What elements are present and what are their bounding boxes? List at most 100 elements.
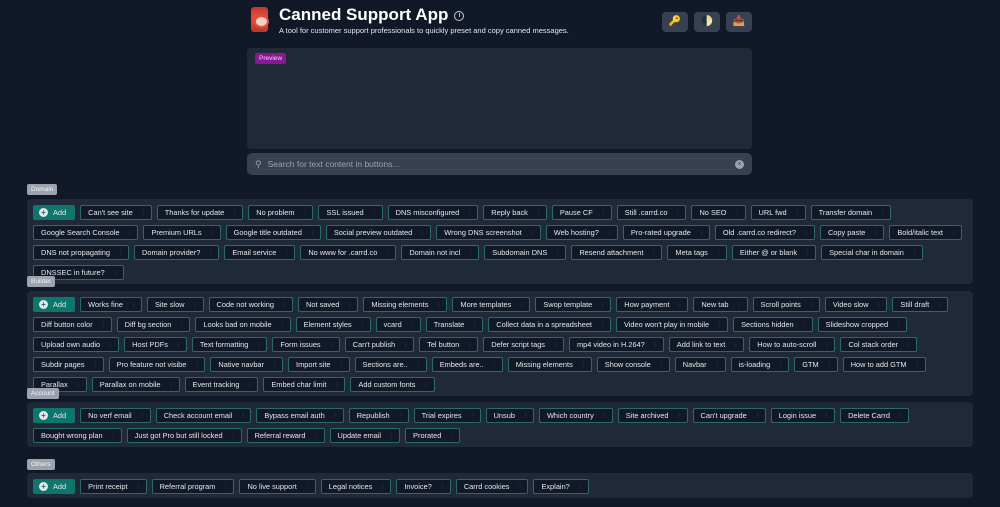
drag-handle-icon[interactable]: ⋮	[936, 301, 943, 309]
drag-handle-icon[interactable]: ⋮	[231, 209, 238, 217]
canned-message-button[interactable]: Referral reward ⋮	[246, 428, 325, 443]
canned-message-button[interactable]: Google title outdated ⋮	[225, 225, 321, 240]
canned-message-button[interactable]: Premium URLs ⋮	[143, 225, 221, 240]
canned-message-button[interactable]: Reply back ⋮	[483, 205, 547, 220]
drag-handle-icon[interactable]: ⋮	[794, 209, 801, 217]
drag-handle-icon[interactable]: ⋮	[175, 341, 182, 349]
search-input[interactable]: ⚲ Search for text content in buttons... ×	[247, 153, 752, 175]
drag-handle-icon[interactable]: ⋮	[601, 412, 608, 420]
canned-message-button[interactable]: Defer script tags ⋮	[483, 337, 564, 352]
add-button[interactable]: + Add	[33, 479, 76, 494]
canned-message-button[interactable]: Not saved ⋮	[298, 297, 359, 312]
canned-message-button[interactable]: Site slow ⋮	[146, 297, 204, 312]
drag-handle-icon[interactable]: ⋮	[580, 361, 587, 369]
canned-message-button[interactable]: Can't upgrade ⋮	[692, 408, 766, 423]
canned-message-button[interactable]: URL fwd ⋮	[750, 205, 806, 220]
drag-handle-icon[interactable]: ⋮	[415, 361, 422, 369]
canned-message-button[interactable]: Missing elements ⋮	[363, 297, 448, 312]
drag-handle-icon[interactable]: ⋮	[529, 229, 536, 237]
canned-message-button[interactable]: Embeds are.. ⋮	[431, 357, 503, 372]
drag-handle-icon[interactable]: ⋮	[193, 361, 200, 369]
drag-handle-icon[interactable]: ⋮	[140, 209, 147, 217]
canned-message-button[interactable]: Looks bad on mobile ⋮	[195, 317, 291, 332]
canned-message-button[interactable]: SSL issued ⋮	[318, 205, 383, 220]
drag-handle-icon[interactable]: ⋮	[371, 209, 378, 217]
canned-message-button[interactable]: Site archived ⋮	[617, 408, 688, 423]
canned-message-button[interactable]: Embed char limit ⋮	[263, 377, 346, 392]
drag-handle-icon[interactable]: ⋮	[423, 381, 430, 389]
drag-handle-icon[interactable]: ⋮	[304, 483, 311, 491]
canned-message-button[interactable]: Just got Pro but still locked ⋮	[126, 428, 242, 443]
canned-message-button[interactable]: Old .carrd.co redirect? ⋮	[714, 225, 815, 240]
canned-message-button[interactable]: Diff bg section ⋮	[116, 317, 191, 332]
canned-message-button[interactable]: Special char in domain ⋮	[821, 245, 923, 260]
drag-handle-icon[interactable]: ⋮	[736, 301, 743, 309]
canned-message-button[interactable]: Delete Carrd ⋮	[840, 408, 909, 423]
drag-handle-icon[interactable]: ⋮	[535, 209, 542, 217]
canned-message-button[interactable]: Upload own audio ⋮	[33, 337, 120, 352]
drag-handle-icon[interactable]: ⋮	[491, 361, 498, 369]
canned-message-button[interactable]: Pause CF ⋮	[551, 205, 612, 220]
canned-message-button[interactable]: Update email ⋮	[329, 428, 401, 443]
drag-handle-icon[interactable]: ⋮	[950, 229, 957, 237]
canned-message-button[interactable]: Translate ⋮	[425, 317, 484, 332]
drag-handle-icon[interactable]: ⋮	[112, 269, 119, 277]
drag-handle-icon[interactable]: ⋮	[338, 361, 345, 369]
canned-message-button[interactable]: New tab ⋮	[693, 297, 748, 312]
canned-message-button[interactable]: Web hosting? ⋮	[545, 225, 618, 240]
drag-handle-icon[interactable]: ⋮	[905, 341, 912, 349]
canned-message-button[interactable]: Element styles ⋮	[295, 317, 371, 332]
canned-message-button[interactable]: How to auto-scroll ⋮	[749, 337, 836, 352]
drag-handle-icon[interactable]: ⋮	[466, 341, 473, 349]
canned-message-button[interactable]: No www for .carrd.co ⋮	[300, 245, 397, 260]
drag-handle-icon[interactable]: ⋮	[75, 381, 82, 389]
drag-handle-icon[interactable]: ⋮	[271, 361, 278, 369]
canned-message-button[interactable]: No verf email ⋮	[80, 408, 151, 423]
canned-message-button[interactable]: Google Search Console ⋮	[33, 225, 139, 240]
canned-message-button[interactable]: Republish ⋮	[348, 408, 409, 423]
canned-message-button[interactable]: Add custom fonts ⋮	[350, 377, 435, 392]
canned-message-button[interactable]: Check account email ⋮	[155, 408, 252, 423]
drag-handle-icon[interactable]: ⋮	[402, 341, 409, 349]
drag-handle-icon[interactable]: ⋮	[895, 321, 902, 329]
canned-message-button[interactable]: Sections hidden ⋮	[733, 317, 813, 332]
drag-handle-icon[interactable]: ⋮	[676, 412, 683, 420]
canned-message-button[interactable]: Bypass email auth ⋮	[256, 408, 344, 423]
drag-handle-icon[interactable]: ⋮	[516, 483, 523, 491]
canned-message-button[interactable]: No SEO ⋮	[691, 205, 746, 220]
canned-message-button[interactable]: Sections are.. ⋮	[354, 357, 427, 372]
section-label-others[interactable]: Others	[27, 459, 55, 470]
canned-message-button[interactable]: Parallax on mobile ⋮	[91, 377, 180, 392]
drag-handle-icon[interactable]: ⋮	[599, 301, 606, 309]
section-label-builder[interactable]: Builder	[27, 276, 56, 287]
canned-message-button[interactable]: Trial expires ⋮	[413, 408, 481, 423]
drag-handle-icon[interactable]: ⋮	[650, 249, 657, 257]
canned-message-button[interactable]: Host PDFs ⋮	[124, 337, 187, 352]
drag-handle-icon[interactable]: ⋮	[332, 412, 339, 420]
drag-handle-icon[interactable]: ⋮	[600, 209, 607, 217]
drag-handle-icon[interactable]: ⋮	[388, 432, 395, 440]
drag-handle-icon[interactable]: ⋮	[652, 341, 659, 349]
add-button[interactable]: + Add	[33, 408, 76, 423]
drag-handle-icon[interactable]: ⋮	[914, 361, 921, 369]
drag-handle-icon[interactable]: ⋮	[808, 301, 815, 309]
drag-handle-icon[interactable]: ⋮	[435, 301, 442, 309]
canned-message-button[interactable]: Bold/italic text ⋮	[889, 225, 962, 240]
drag-handle-icon[interactable]: ⋮	[676, 301, 683, 309]
canned-message-button[interactable]: is-loading ⋮	[730, 357, 790, 372]
theme-toggle-button[interactable]: 🌓	[694, 12, 720, 32]
canned-message-button[interactable]: mp4 video in H.264? ⋮	[569, 337, 664, 352]
drag-handle-icon[interactable]: ⋮	[911, 249, 918, 257]
drag-handle-icon[interactable]: ⋮	[139, 412, 146, 420]
canned-message-button[interactable]: Referral program ⋮	[151, 479, 235, 494]
drag-handle-icon[interactable]: ⋮	[117, 249, 124, 257]
drag-handle-icon[interactable]: ⋮	[178, 321, 185, 329]
canned-message-button[interactable]: How to add GTM ⋮	[842, 357, 926, 372]
canned-message-button[interactable]: Swop template ⋮	[535, 297, 612, 312]
drag-handle-icon[interactable]: ⋮	[698, 229, 705, 237]
canned-message-button[interactable]: Legal notices ⋮	[320, 479, 392, 494]
canned-message-button[interactable]: Works fine ⋮	[80, 297, 142, 312]
canned-message-button[interactable]: Missing elements ⋮	[507, 357, 592, 372]
drag-handle-icon[interactable]: ⋮	[222, 483, 229, 491]
canned-message-button[interactable]: Can't see site ⋮	[80, 205, 152, 220]
